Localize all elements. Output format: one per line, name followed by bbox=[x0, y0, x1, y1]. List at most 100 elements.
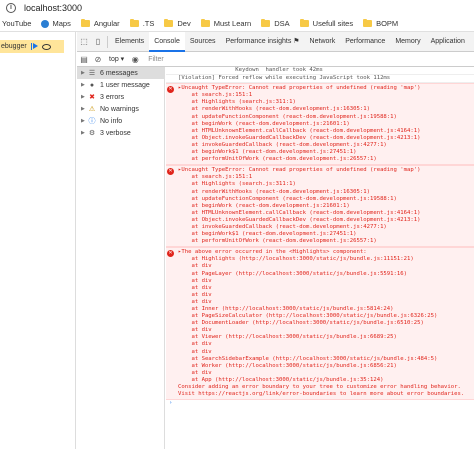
bookmark-label: BOPM bbox=[376, 19, 399, 28]
verbose-icon: ⚙ bbox=[88, 130, 96, 137]
sidebar-item-0[interactable]: ▶ ☰ 6 messages bbox=[77, 67, 164, 79]
clear-console-icon[interactable]: ⊘ bbox=[91, 55, 105, 64]
stack-line[interactable]: at Viewer (http://localhost:3000/static/… bbox=[166, 334, 474, 341]
warning-icon: ⚠ bbox=[88, 106, 96, 113]
tab-application[interactable]: Application bbox=[426, 32, 470, 52]
stack-line[interactable]: at Highlights (search.js:311:1) bbox=[166, 99, 474, 106]
debugger-label: ebugger bbox=[1, 43, 27, 50]
bookmark-0[interactable]: YouTube bbox=[2, 19, 31, 28]
stack-line[interactable]: at Inner (http://localhost:3000/static/j… bbox=[166, 306, 474, 313]
bookmark-6[interactable]: DSA bbox=[261, 19, 290, 28]
stack-line[interactable]: at beginWork (react-dom.development.js:2… bbox=[166, 121, 474, 128]
tab-network[interactable]: Network bbox=[305, 32, 341, 52]
folder-icon bbox=[129, 19, 139, 27]
sidebar-item-4[interactable]: ▶ ⓘ No info bbox=[77, 115, 164, 127]
tab-performance-insights[interactable]: Performance insights ⚑ bbox=[221, 32, 305, 52]
resume-icon[interactable] bbox=[30, 43, 38, 50]
stack-line[interactable]: Visit https://reactjs.org/link/error-bou… bbox=[166, 391, 474, 398]
tab-memory[interactable]: Memory bbox=[390, 32, 425, 52]
sidebar-item-3[interactable]: ▶ ⚠ No warnings bbox=[77, 103, 164, 115]
stack-line[interactable]: at invokeGuardedCallback (react-dom.deve… bbox=[166, 224, 474, 231]
inspect-icon[interactable]: ⬚ bbox=[77, 37, 91, 46]
error-message[interactable]: ✕ ▸The above error occurred in the <Highl… bbox=[166, 247, 474, 401]
stack-line[interactable]: at renderWithHooks (react-dom.developmen… bbox=[166, 189, 474, 196]
sidebar-item-1[interactable]: ▶ ● 1 user message bbox=[77, 79, 164, 91]
stack-line[interactable]: at div bbox=[166, 285, 474, 292]
console-prompt[interactable]: › bbox=[166, 400, 474, 407]
stack-line[interactable]: at invokeGuardedCallback (react-dom.deve… bbox=[166, 142, 474, 149]
folder-icon bbox=[261, 19, 271, 27]
stack-line[interactable]: at beginWork$1 (react-dom.development.js… bbox=[166, 149, 474, 156]
stack-line[interactable]: at performUnitOfWork (react-dom.developm… bbox=[166, 238, 474, 245]
tab-elements[interactable]: Elements bbox=[110, 32, 149, 52]
tab-performance[interactable]: Performance bbox=[340, 32, 390, 52]
devtools-tabbar: ⬚ ▯ Elements Console Sources Performance in… bbox=[77, 31, 474, 52]
bookmark-label: Must Learn bbox=[213, 19, 252, 28]
bookmark-1[interactable]: Maps bbox=[41, 19, 71, 28]
folder-icon bbox=[164, 19, 174, 27]
stack-line[interactable]: at div bbox=[166, 370, 474, 377]
stack-line[interactable]: at div bbox=[166, 327, 474, 334]
error-icon: ✖ bbox=[89, 94, 95, 101]
stack-line[interactable]: at div bbox=[166, 292, 474, 299]
stack-line[interactable]: at HTMLUnknownElement.callCallback (reac… bbox=[166, 210, 474, 217]
info-icon[interactable]: i bbox=[6, 3, 16, 13]
stack-line[interactable]: at App (http://localhost:3000/static/js/… bbox=[166, 377, 474, 384]
stack-line[interactable]: at div bbox=[166, 278, 474, 285]
stack-line[interactable]: at search.js:151:1 bbox=[166, 174, 474, 181]
address-url[interactable]: localhost:3000 bbox=[24, 3, 82, 13]
stack-line[interactable]: at Highlights (http://localhost:3000/sta… bbox=[166, 256, 474, 263]
stack-line[interactable]: at beginWork (react-dom.development.js:2… bbox=[166, 203, 474, 210]
bookmark-7[interactable]: Usefull sites bbox=[299, 19, 353, 28]
stack-line[interactable]: at DocumentLoader (http://localhost:3000… bbox=[166, 320, 474, 327]
folder-icon bbox=[299, 19, 309, 27]
address-bar[interactable]: i localhost:3000 bbox=[0, 0, 474, 16]
stack-line[interactable]: at search.js:151:1 bbox=[166, 92, 474, 99]
bookmark-8[interactable]: BOPM bbox=[363, 19, 398, 28]
context-selector[interactable]: top ▾ bbox=[109, 55, 124, 63]
stack-line[interactable]: at renderWithHooks (react-dom.developmen… bbox=[166, 106, 474, 113]
stack-line[interactable]: at updateFunctionComponent (react-dom.de… bbox=[166, 114, 474, 121]
bookmark-4[interactable]: Dev bbox=[164, 19, 191, 28]
stack-line[interactable]: at Highlights (search.js:311:1) bbox=[166, 181, 474, 188]
bookmark-label: .TS bbox=[142, 19, 155, 28]
tab-console[interactable]: Console bbox=[149, 31, 185, 52]
sidebar-item-label: No info bbox=[100, 117, 123, 125]
stack-line[interactable]: at Object.invokeGuardedCallbackDev (reac… bbox=[166, 135, 474, 142]
stack-line[interactable]: at div bbox=[166, 263, 474, 270]
stack-line[interactable]: at HTMLUnknownElement.callCallback (reac… bbox=[166, 128, 474, 135]
bookmark-3[interactable]: .TS bbox=[129, 19, 155, 28]
sidebar-item-5[interactable]: ▶ ⚙ 3 verbose bbox=[77, 127, 164, 139]
bookmark-5[interactable]: Must Learn bbox=[200, 19, 252, 28]
stack-line[interactable]: at div bbox=[166, 349, 474, 356]
bookmark-2[interactable]: Angular bbox=[80, 19, 120, 28]
error-message[interactable]: ✕ ▸Uncaught TypeError: Cannot read proper… bbox=[166, 165, 474, 248]
list-icon: ☰ bbox=[88, 70, 96, 77]
tab-sources[interactable]: Sources bbox=[185, 32, 221, 52]
stack-line[interactable]: at updateFunctionComponent (react-dom.de… bbox=[166, 196, 474, 203]
stack-line[interactable]: at PageLayer (http://localhost:3000/stat… bbox=[166, 271, 474, 278]
stack-line[interactable]: at SearchSidebarExample (http://localhos… bbox=[166, 356, 474, 363]
filter-input[interactable]: Filter bbox=[148, 56, 164, 63]
console-output: Keydown handler took 42ms [Violation] For… bbox=[166, 67, 474, 449]
sidebar-item-2[interactable]: ▶ ✖ 3 errors bbox=[77, 91, 164, 103]
bookmark-label: Angular bbox=[93, 19, 120, 28]
stack-line[interactable]: at performUnitOfWork (react-dom.developm… bbox=[166, 156, 474, 163]
stack-line[interactable]: Consider adding an error boundary to you… bbox=[166, 384, 474, 391]
error-message[interactable]: ✕ ▸Uncaught TypeError: Cannot read proper… bbox=[166, 83, 474, 166]
sidebar-toggle-icon[interactable]: ▤ bbox=[77, 55, 91, 64]
devtools-panel: ⬚ ▯ Elements Console Sources Performance in… bbox=[77, 31, 474, 449]
stack-line: ▸Uncaught TypeError: Cannot read propert… bbox=[178, 85, 421, 92]
step-over-icon[interactable] bbox=[41, 43, 51, 50]
stack-line[interactable]: at div bbox=[166, 341, 474, 348]
stack-line[interactable]: at Worker (http://localhost:3000/static/… bbox=[166, 363, 474, 370]
user-icon: ● bbox=[89, 81, 95, 89]
eye-icon[interactable]: ◉ bbox=[128, 55, 142, 64]
stack-line: ▸Uncaught TypeError: Cannot read propert… bbox=[178, 167, 421, 174]
device-toolbar-icon[interactable]: ▯ bbox=[91, 37, 105, 46]
stack-line[interactable]: at Object.invokeGuardedCallbackDev (reac… bbox=[166, 217, 474, 224]
info-icon: ⓘ bbox=[88, 118, 96, 125]
stack-line[interactable]: at PageSizeCalculator (http://localhost:… bbox=[166, 313, 474, 320]
stack-line[interactable]: at div bbox=[166, 299, 474, 306]
stack-line[interactable]: at beginWork$1 (react-dom.development.js… bbox=[166, 231, 474, 238]
